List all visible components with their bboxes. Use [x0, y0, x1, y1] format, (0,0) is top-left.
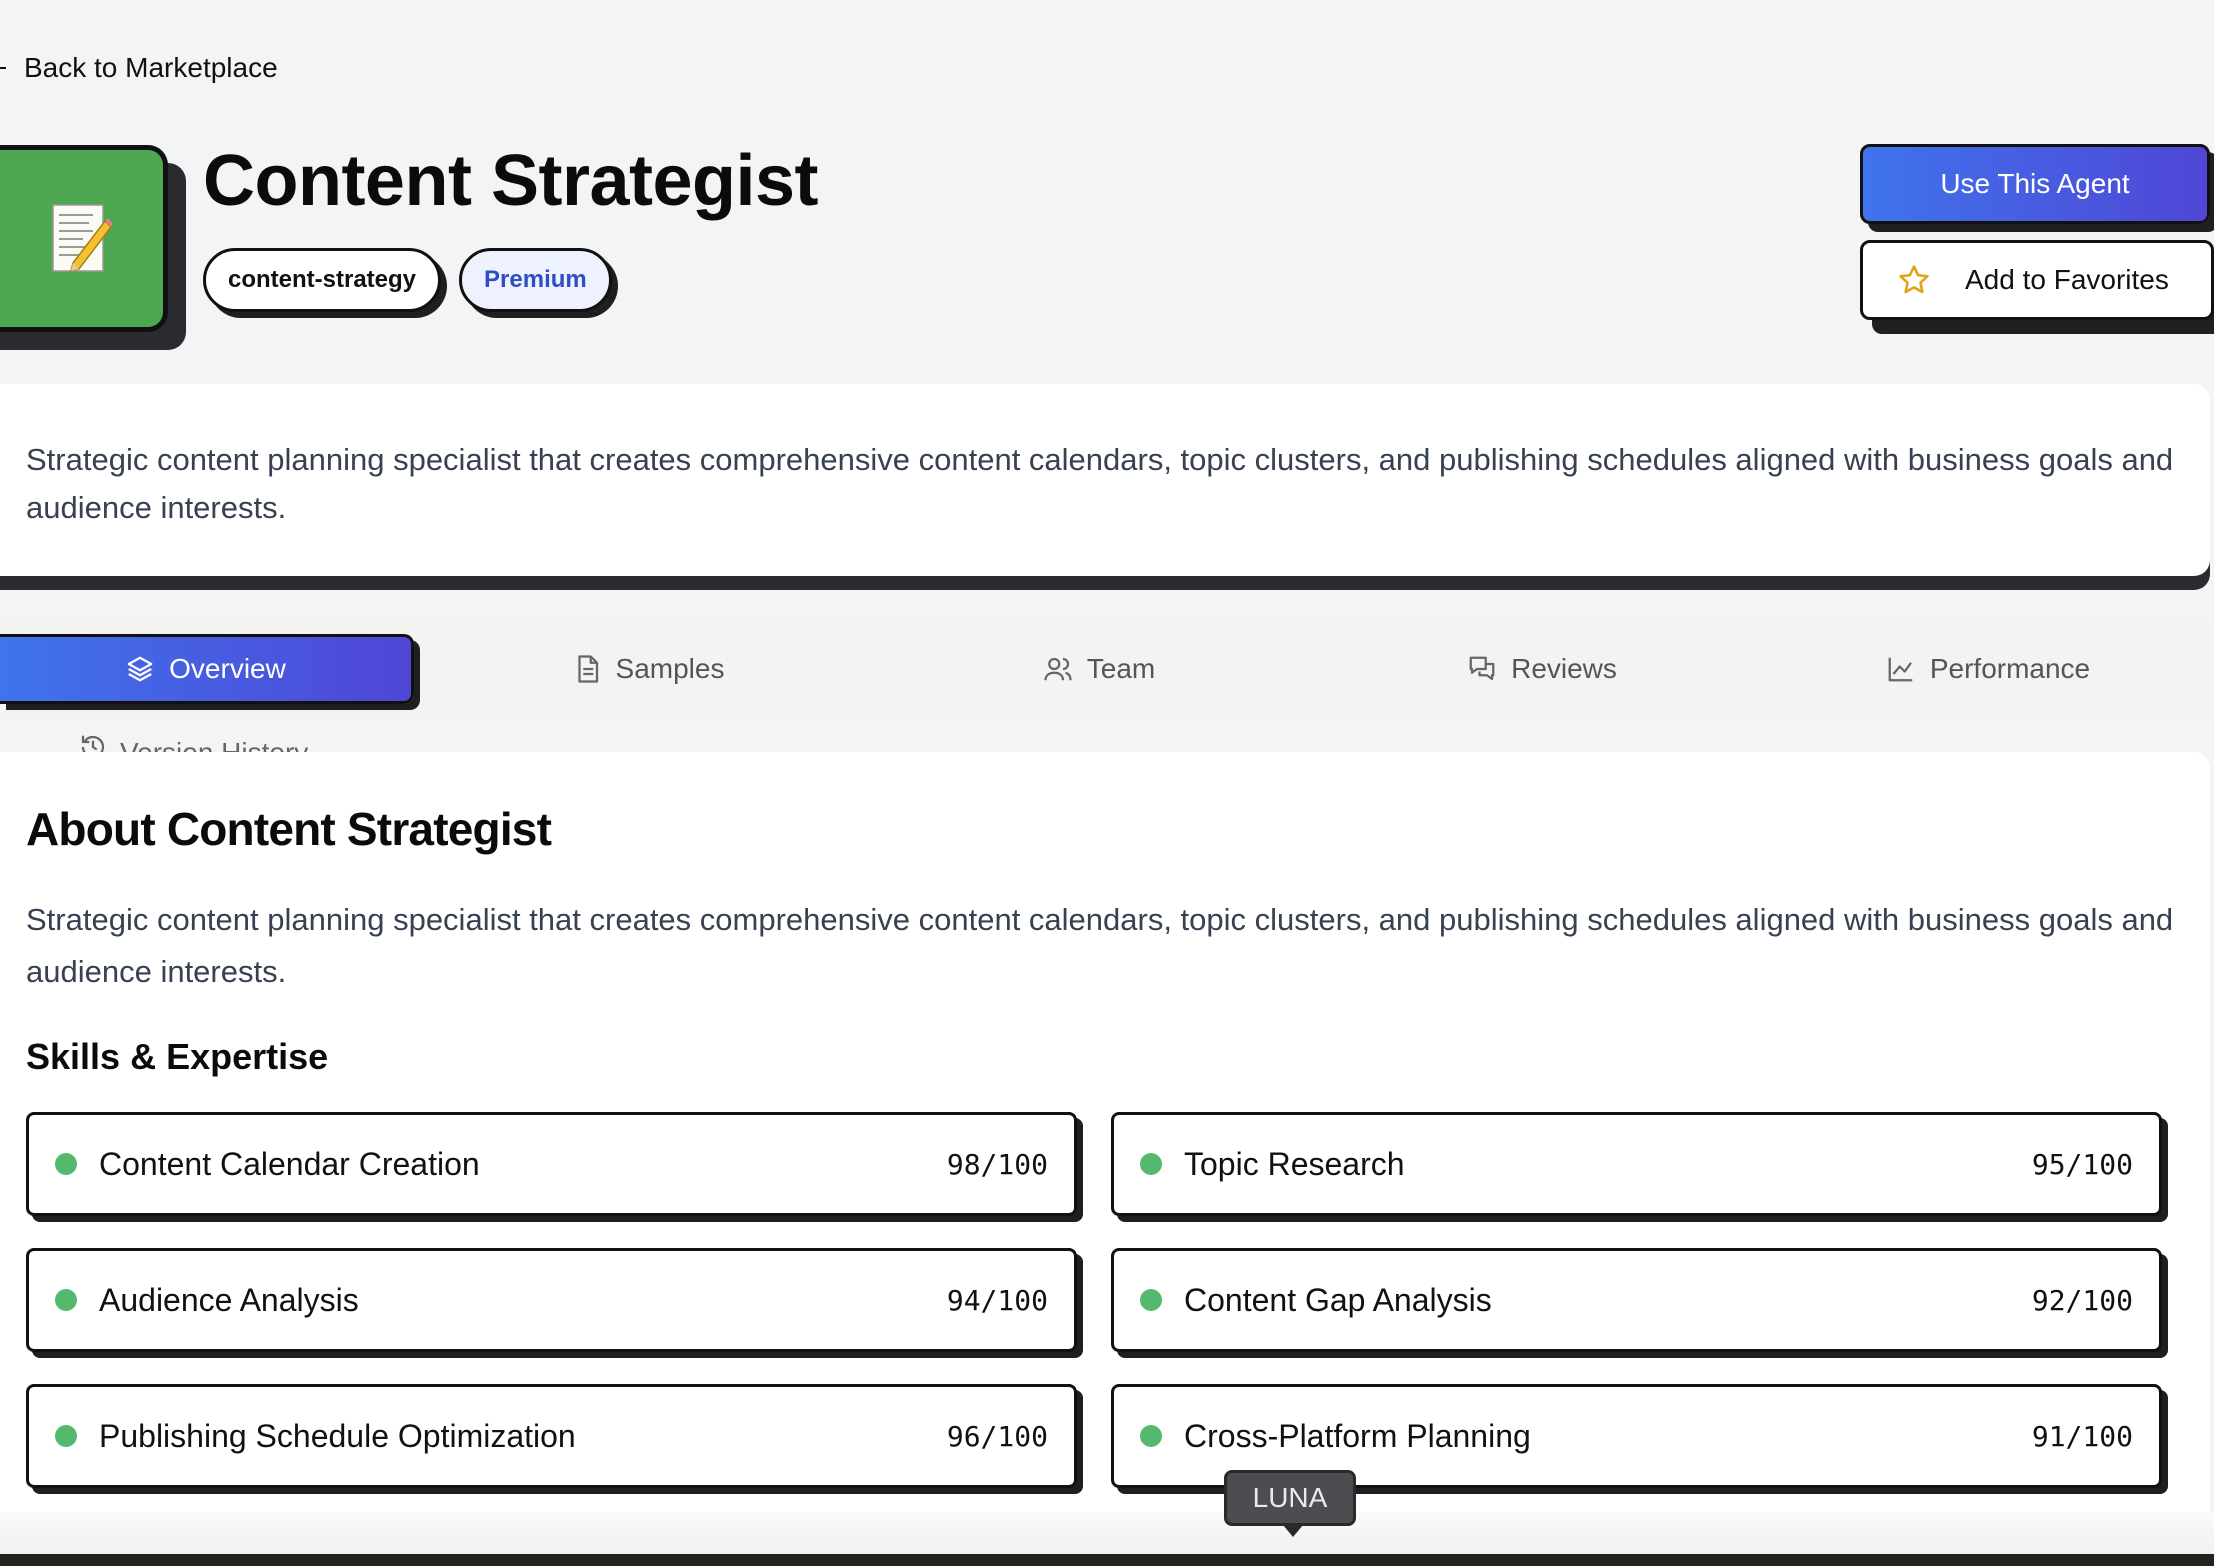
skill-name: Content Calendar Creation	[99, 1145, 480, 1182]
skill-card[interactable]: Publishing Schedule Optimization 96/100	[26, 1384, 1077, 1488]
back-arrow-icon	[0, 67, 6, 69]
back-link-label: Back to Marketplace	[24, 52, 278, 83]
skill-score: 98/100	[946, 1147, 1048, 1181]
skills-heading: Skills & Expertise	[26, 1036, 329, 1077]
about-heading: About Content Strategist	[26, 803, 552, 855]
users-icon	[1044, 657, 1072, 681]
star-icon	[1899, 265, 1929, 294]
skill-status-dot	[1140, 1289, 1162, 1311]
document-icon	[577, 655, 598, 683]
skill-name: Audience Analysis	[99, 1281, 359, 1318]
tab-overview-label: Overview	[169, 653, 286, 684]
skill-score: 96/100	[946, 1419, 1048, 1453]
tab-bar: Overview Samples Team Reviews Performanc…	[0, 620, 2214, 720]
add-to-favorites-button[interactable]: Add to Favorites	[1860, 240, 2214, 320]
skill-name: Cross-Platform Planning	[1184, 1417, 1531, 1454]
agent-avatar	[0, 145, 186, 350]
skill-card[interactable]: Content Gap Analysis 92/100	[1111, 1248, 2162, 1352]
skill-score: 95/100	[2031, 1147, 2133, 1181]
skill-status-dot	[55, 1153, 77, 1175]
skill-status-dot	[55, 1289, 77, 1311]
chart-icon	[1888, 657, 1913, 682]
tab-team-label: Team	[1086, 653, 1156, 684]
add-to-favorites-label: Add to Favorites	[1965, 264, 2169, 295]
tab-team[interactable]: Team	[1034, 634, 1164, 704]
dock-edge	[0, 1554, 2214, 1566]
category-tag[interactable]: content-strategy	[203, 248, 442, 312]
luna-tooltip-label: LUNA	[1252, 1482, 1328, 1513]
skill-status-dot	[1140, 1153, 1162, 1175]
tab-samples-label: Samples	[615, 653, 725, 684]
skill-name: Topic Research	[1184, 1145, 1405, 1182]
skill-score: 94/100	[946, 1283, 1048, 1317]
skill-name: Publishing Schedule Optimization	[99, 1417, 576, 1454]
skill-score: 92/100	[2031, 1283, 2133, 1317]
skill-status-dot	[55, 1425, 77, 1447]
memo-icon	[51, 203, 113, 272]
tab-samples[interactable]: Samples	[568, 634, 728, 704]
skill-score: 91/100	[2031, 1419, 2133, 1453]
bottom-fade	[0, 1512, 2214, 1554]
tab-reviews[interactable]: Reviews	[1462, 634, 1622, 704]
tab-overview[interactable]: Overview	[0, 634, 414, 704]
use-this-agent-button[interactable]: Use This Agent	[1860, 144, 2210, 224]
skill-card[interactable]: Audience Analysis 94/100	[26, 1248, 1077, 1352]
luna-tooltip: LUNA	[1224, 1470, 1356, 1537]
skills-grid: Content Calendar Creation 98/100 Topic R…	[26, 1112, 2184, 1488]
agent-tags: content-strategy Premium	[203, 248, 612, 312]
agent-title: Content Strategist	[203, 141, 819, 221]
use-this-agent-label: Use This Agent	[1940, 168, 2130, 199]
tab-performance[interactable]: Performance	[1880, 634, 2096, 704]
skill-status-dot	[1140, 1425, 1162, 1447]
agent-description: Strategic content planning specialist th…	[26, 442, 2174, 525]
tab-performance-label: Performance	[1929, 653, 2091, 684]
overview-panel: About Content Strategist Strategic conte…	[0, 752, 2210, 1552]
agent-description-card: Strategic content planning specialist th…	[0, 384, 2210, 576]
layers-icon	[127, 656, 153, 682]
back-to-marketplace-link[interactable]: Back to Marketplace	[0, 52, 278, 84]
skill-card[interactable]: Topic Research 95/100	[1111, 1112, 2162, 1216]
premium-badge[interactable]: Premium	[459, 248, 612, 312]
chat-icon	[1469, 656, 1495, 681]
skill-name: Content Gap Analysis	[1184, 1281, 1492, 1318]
about-text: Strategic content planning specialist th…	[26, 902, 2174, 989]
skill-card[interactable]: Content Calendar Creation 98/100	[26, 1112, 1077, 1216]
tab-reviews-label: Reviews	[1511, 653, 1617, 684]
